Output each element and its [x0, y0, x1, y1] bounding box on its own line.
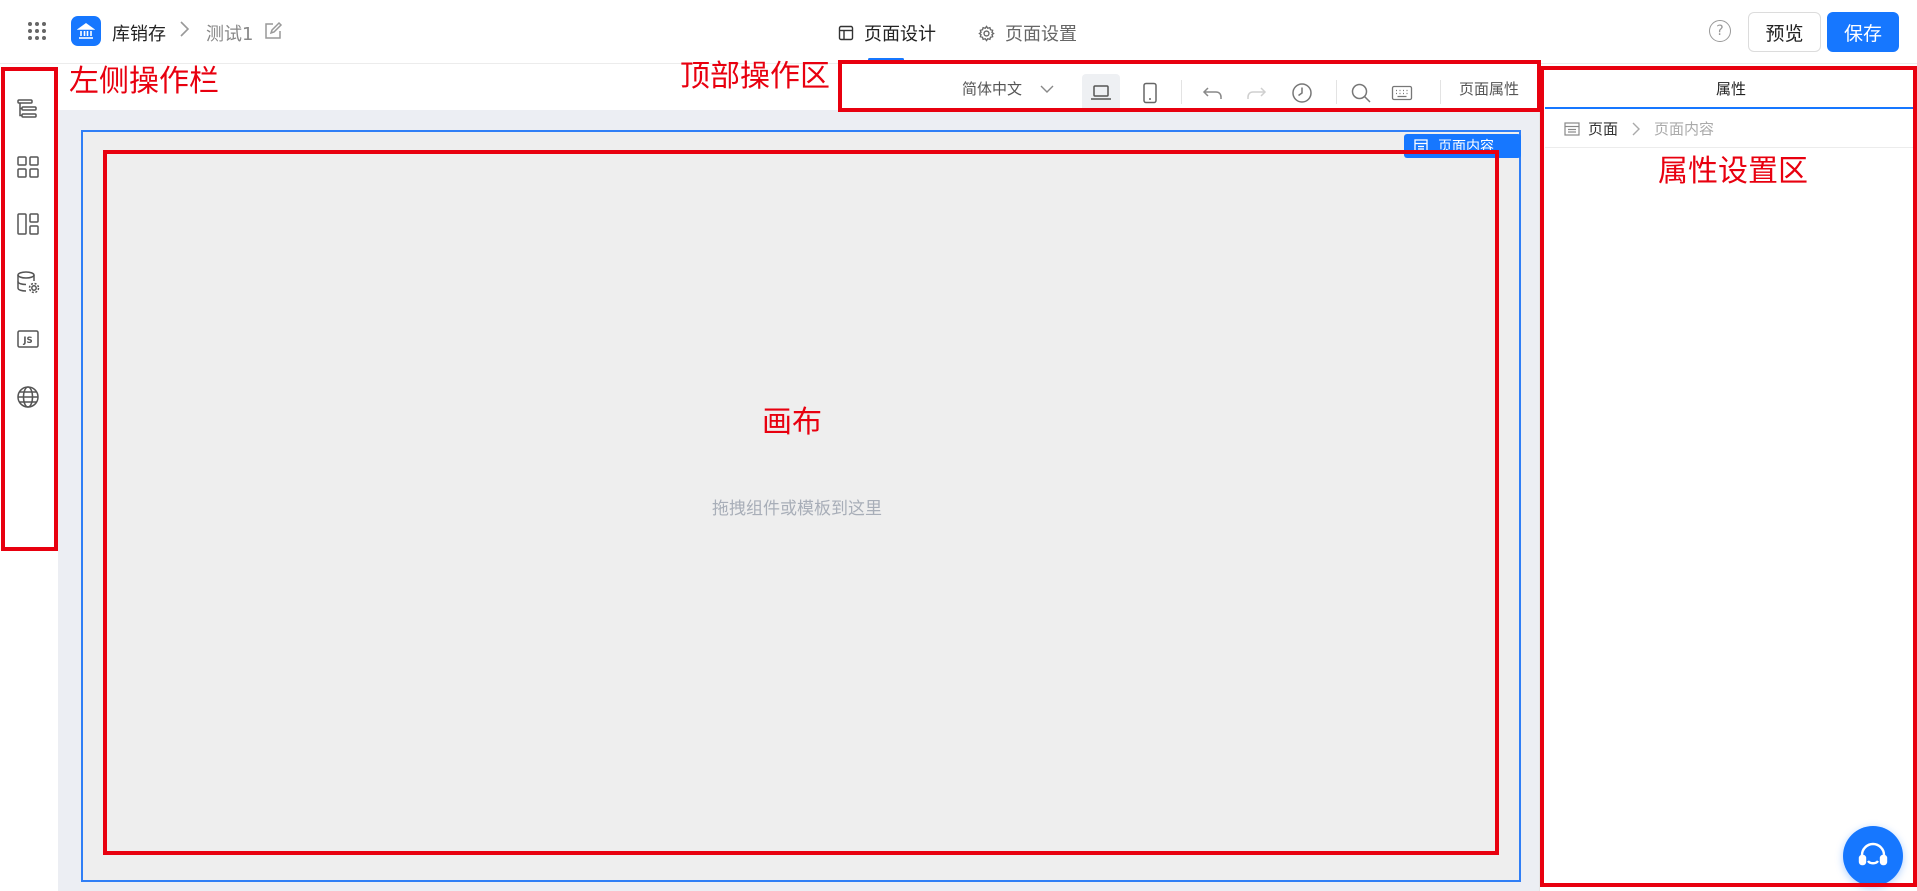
tab-properties-underline — [1545, 107, 1917, 109]
preview-button[interactable]: 预览 — [1748, 12, 1821, 52]
chevron-down-icon — [1040, 85, 1054, 93]
breadcrumb-page[interactable]: 页面 — [1588, 118, 1618, 139]
page-name: 测试1 — [206, 24, 254, 45]
language-select[interactable]: 简体中文 — [962, 78, 1054, 99]
headset-icon — [1858, 842, 1888, 866]
left-toolbar — [0, 64, 58, 891]
tab-page-settings-label: 页面设置 — [1005, 24, 1077, 45]
tab-page-design[interactable]: 页面设计 — [838, 20, 936, 61]
canvas-drop-hint: 拖拽组件或模板到这里 — [712, 499, 882, 519]
tab-page-design-label: 页面设计 — [864, 24, 936, 45]
properties-divider — [1545, 147, 1917, 148]
edit-icon[interactable] — [263, 21, 283, 41]
outline-tree-icon[interactable] — [15, 96, 41, 122]
customer-service-button[interactable] — [1843, 826, 1903, 886]
search-icon[interactable] — [1342, 74, 1380, 112]
history-clock-icon[interactable] — [1283, 74, 1321, 112]
mobile-view-icon[interactable] — [1131, 74, 1169, 112]
redo-icon[interactable] — [1237, 74, 1275, 112]
properties-breadcrumb: 页面 页面内容 — [1564, 118, 1714, 139]
desktop-view-icon[interactable] — [1082, 74, 1120, 112]
breadcrumb-chevron-icon — [178, 18, 192, 45]
globe-i18n-icon[interactable] — [15, 384, 41, 410]
annotation-label-canvas: 画布 — [762, 405, 822, 440]
annotation-label-top: 顶部操作区 — [680, 59, 830, 94]
undo-icon[interactable] — [1194, 74, 1232, 112]
language-select-value: 简体中文 — [962, 80, 1023, 98]
components-grid-icon[interactable] — [15, 154, 41, 180]
datasource-settings-icon[interactable] — [15, 269, 41, 295]
tab-page-settings[interactable]: 页面设置 — [978, 20, 1077, 46]
page-icon — [1564, 121, 1580, 136]
annotation-label-left: 左侧操作栏 — [69, 64, 219, 99]
page-content-badge-label: 页面内容 — [1438, 139, 1494, 155]
app-logo-icon — [71, 16, 101, 46]
js-code-icon[interactable]: JS — [15, 326, 41, 352]
apps-grid-icon[interactable] — [26, 20, 48, 42]
save-button[interactable]: 保存 — [1827, 12, 1899, 52]
top-header — [0, 0, 1917, 64]
page-content-badge[interactable]: 页面内容 — [1404, 134, 1521, 158]
breadcrumb-page-content: 页面内容 — [1654, 120, 1715, 138]
svg-text:JS: JS — [22, 336, 32, 346]
keyboard-shortcuts-icon[interactable] — [1383, 74, 1421, 112]
page-properties-button[interactable]: 页面属性 — [1459, 78, 1519, 99]
gear-icon — [978, 24, 995, 42]
help-icon[interactable]: ? — [1709, 20, 1731, 42]
app-name[interactable]: 库销存 — [112, 20, 166, 46]
layout-template-icon[interactable] — [15, 211, 41, 237]
annotation-label-props: 属性设置区 — [1658, 154, 1808, 189]
tab-properties[interactable]: 属性 — [1716, 78, 1746, 99]
page-design-icon — [838, 25, 854, 41]
page-content-icon — [1414, 139, 1428, 153]
chevron-right-icon — [1632, 122, 1641, 135]
